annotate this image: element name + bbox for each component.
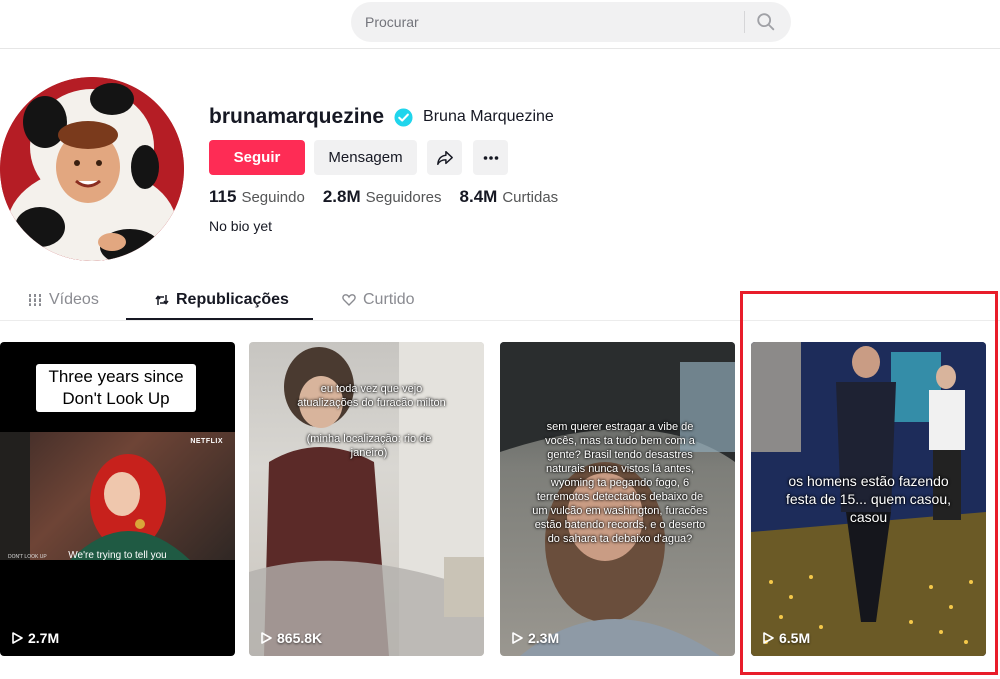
- grid-icon: [28, 294, 42, 306]
- video-caption: Three years since Don't Look Up: [36, 364, 196, 412]
- profile-stats: 115 Seguindo 2.8M Seguidores 8.4M Curtid…: [209, 187, 576, 207]
- tab-reposts-label: Republicações: [176, 291, 289, 308]
- tab-liked[interactable]: Curtido: [342, 280, 415, 320]
- search-bar[interactable]: [351, 2, 791, 42]
- search-icon[interactable]: [755, 11, 777, 33]
- more-icon: [483, 155, 498, 160]
- username: brunamarquezine: [209, 105, 385, 128]
- avatar: [0, 77, 184, 261]
- view-count-value: 2.7M: [28, 630, 60, 646]
- video-overlay-text: (minha localização: rio de janeiro): [306, 433, 432, 459]
- video-thumbnail: [0, 432, 235, 560]
- play-icon: [512, 632, 523, 644]
- heart-icon: [342, 294, 356, 306]
- username-row: brunamarquezine Bruna Marquezine: [209, 103, 554, 131]
- verified-badge-icon: [394, 107, 413, 127]
- netflix-badge: NETFLIX: [190, 438, 223, 445]
- following-count[interactable]: 115: [209, 187, 236, 207]
- followers-label[interactable]: Seguidores: [366, 189, 442, 206]
- tab-videos-label: Vídeos: [49, 291, 99, 308]
- video-subtitle: We're trying to tell you: [68, 550, 167, 561]
- tab-reposts[interactable]: Republicações: [155, 280, 289, 320]
- video-overlay-text: eu toda vez que vejo atualizações do fur…: [297, 383, 446, 409]
- likes-count: 8.4M: [459, 187, 498, 206]
- share-icon: [436, 150, 453, 165]
- tab-videos[interactable]: Vídeos: [28, 280, 99, 320]
- video-card[interactable]: Three years since Don't Look Up NETFLIX …: [0, 342, 235, 656]
- play-icon: [261, 632, 272, 644]
- bio: No bio yet: [209, 218, 273, 234]
- display-name: Bruna Marquezine: [423, 108, 554, 125]
- follow-button[interactable]: Seguir: [209, 140, 305, 175]
- video-card[interactable]: sem querer estragar a vibe de vocês, mas…: [500, 342, 735, 656]
- more-options-button[interactable]: [473, 140, 508, 175]
- share-button[interactable]: [427, 140, 462, 175]
- highlight-box: [740, 291, 998, 675]
- following-label[interactable]: Seguindo: [241, 189, 304, 206]
- view-count: 2.7M: [12, 630, 59, 646]
- likes-label: Curtidas: [502, 189, 559, 206]
- view-count: 2.3M: [512, 630, 559, 646]
- view-count-value: 2.3M: [528, 630, 560, 646]
- view-count-value: 865.8K: [277, 630, 323, 646]
- play-icon: [12, 632, 23, 644]
- search-divider: [744, 11, 745, 33]
- search-input[interactable]: [365, 2, 745, 42]
- followers-count[interactable]: 2.8M: [323, 187, 361, 207]
- video-overlay-text: sem querer estragar a vibe de vocês, mas…: [532, 421, 708, 545]
- repost-icon: [155, 295, 169, 305]
- active-tab-indicator: [126, 318, 313, 320]
- message-button[interactable]: Mensagem: [314, 140, 417, 175]
- view-count: 865.8K: [261, 630, 322, 646]
- top-bar: [0, 0, 1000, 49]
- video-card[interactable]: eu toda vez que vejo atualizações do fur…: [249, 342, 484, 656]
- tab-liked-label: Curtido: [363, 291, 415, 308]
